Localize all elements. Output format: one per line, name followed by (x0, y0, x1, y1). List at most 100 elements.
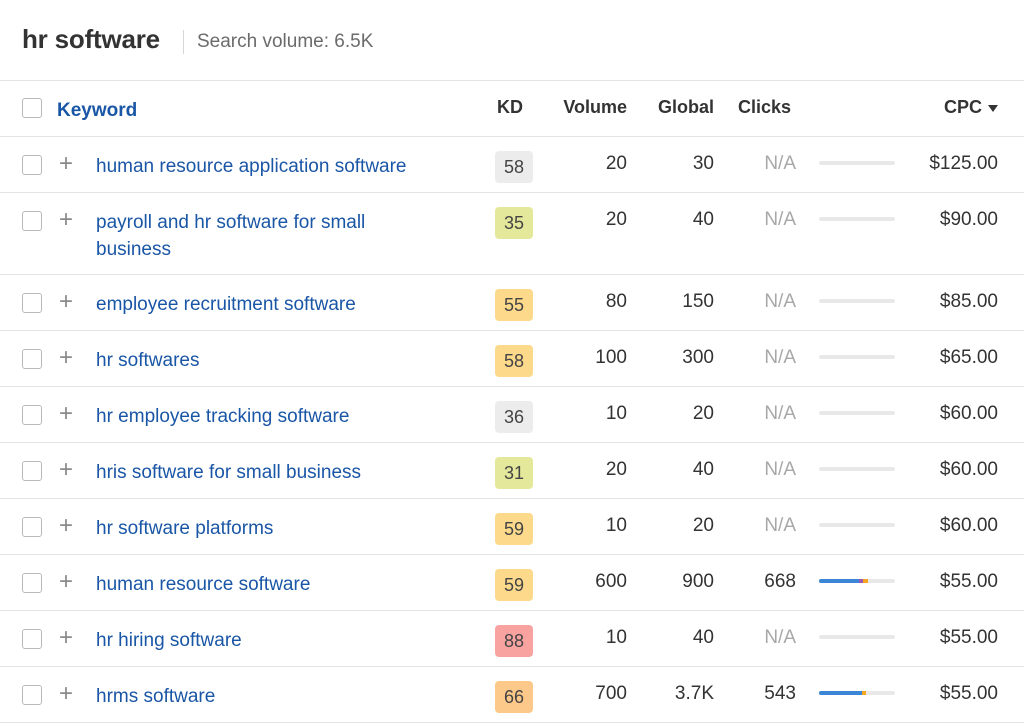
column-kd[interactable]: KD (472, 97, 548, 118)
row-checkbox[interactable] (22, 155, 42, 175)
clicks-bar-segment (819, 691, 862, 695)
cpc-value: $55.00 (939, 571, 998, 592)
add-keyword-icon[interactable]: + (59, 152, 73, 176)
add-keyword-icon[interactable]: + (59, 346, 73, 370)
global-value: 30 (692, 153, 714, 174)
keyword-link[interactable]: hrms software (96, 683, 436, 710)
clicks-bar (819, 691, 895, 695)
kd-badge: 58 (495, 151, 533, 183)
kd-badge: 35 (495, 207, 533, 239)
column-keyword[interactable]: Keyword (57, 97, 397, 124)
keyword-link[interactable]: hris software for small business (96, 459, 436, 486)
clicks-bar-segment (863, 579, 868, 583)
table-header: Keyword KD Volume Global Clicks CPC (0, 81, 1024, 137)
table-row: + human resource software 59 600 900 668… (0, 555, 1024, 611)
sort-desc-icon (988, 104, 998, 112)
cpc-value: $65.00 (939, 347, 998, 368)
table-body: + human resource application software 58… (0, 137, 1024, 723)
cpc-value: $85.00 (939, 291, 998, 312)
table-row: + hrms software 66 700 3.7K 543 $55.00 (0, 667, 1024, 723)
column-volume[interactable]: Volume (563, 97, 627, 118)
clicks-value: 668 (764, 571, 796, 592)
keyword-link[interactable]: payroll and hr software for small busine… (96, 209, 436, 263)
clicks-bar-segment (861, 691, 867, 695)
add-keyword-icon[interactable]: + (59, 458, 73, 482)
row-checkbox[interactable] (22, 573, 42, 593)
global-value: 900 (682, 571, 714, 592)
keyword-link[interactable]: human resource application software (96, 153, 436, 180)
clicks-bar (819, 299, 895, 303)
add-keyword-icon[interactable]: + (59, 402, 73, 426)
clicks-value: 543 (764, 683, 796, 704)
table-row: + hr hiring software 88 10 40 N/A $55.00 (0, 611, 1024, 667)
add-keyword-icon[interactable]: + (59, 626, 73, 650)
table-row: + payroll and hr software for small busi… (0, 193, 1024, 275)
row-checkbox[interactable] (22, 685, 42, 705)
add-keyword-icon[interactable]: + (59, 682, 73, 706)
row-checkbox[interactable] (22, 293, 42, 313)
kd-badge: 31 (495, 457, 533, 489)
global-value: 40 (692, 459, 714, 480)
add-keyword-icon[interactable]: + (59, 208, 73, 232)
global-value: 20 (692, 403, 714, 424)
global-value: 150 (682, 291, 714, 312)
global-value: 40 (692, 209, 714, 230)
row-checkbox[interactable] (22, 629, 42, 649)
kd-badge: 36 (495, 401, 533, 433)
volume-value: 20 (605, 459, 627, 480)
cpc-value: $60.00 (939, 403, 998, 424)
kd-badge: 59 (495, 513, 533, 545)
row-checkbox[interactable] (22, 349, 42, 369)
search-volume: Search volume: 6.5K (197, 31, 374, 52)
global-value: 300 (682, 347, 714, 368)
global-value: 20 (692, 515, 714, 536)
row-checkbox[interactable] (22, 517, 42, 537)
volume-value: 10 (605, 627, 627, 648)
add-keyword-icon[interactable]: + (59, 514, 73, 538)
keyword-link[interactable]: employee recruitment software (96, 291, 436, 318)
clicks-bar (819, 217, 895, 221)
page-title: hr software (22, 24, 160, 54)
keyword-link[interactable]: hr softwares (96, 347, 436, 374)
clicks-value: N/A (764, 627, 796, 648)
table-row: + employee recruitment software 55 80 15… (0, 275, 1024, 331)
keyword-link[interactable]: human resource software (96, 571, 436, 598)
volume-value: 100 (595, 347, 627, 368)
clicks-bar-segment (819, 579, 859, 583)
volume-value: 20 (605, 153, 627, 174)
keyword-link[interactable]: hr software platforms (96, 515, 436, 542)
clicks-value: N/A (764, 403, 796, 424)
clicks-bar (819, 467, 895, 471)
clicks-bar (819, 411, 895, 415)
clicks-bar (819, 635, 895, 639)
header-divider (183, 30, 184, 54)
row-checkbox[interactable] (22, 405, 42, 425)
clicks-value: N/A (764, 209, 796, 230)
volume-value: 10 (605, 515, 627, 536)
table-row: + hr employee tracking software 36 10 20… (0, 387, 1024, 443)
column-cpc-label: CPC (943, 97, 982, 117)
row-checkbox[interactable] (22, 461, 42, 481)
volume-value: 10 (605, 403, 627, 424)
keyword-link[interactable]: hr employee tracking software (96, 403, 436, 430)
kd-badge: 66 (495, 681, 533, 713)
table-row: + human resource application software 58… (0, 137, 1024, 193)
clicks-value: N/A (764, 291, 796, 312)
table-row: + hr software platforms 59 10 20 N/A $60… (0, 499, 1024, 555)
add-keyword-icon[interactable]: + (59, 290, 73, 314)
clicks-bar (819, 523, 895, 527)
keyword-link[interactable]: hr hiring software (96, 627, 436, 654)
add-keyword-icon[interactable]: + (59, 570, 73, 594)
kd-badge: 58 (495, 345, 533, 377)
column-global[interactable]: Global (658, 97, 714, 118)
kd-badge: 55 (495, 289, 533, 321)
kd-badge: 59 (495, 569, 533, 601)
cpc-value: $90.00 (939, 209, 998, 230)
global-value: 3.7K (674, 683, 714, 704)
select-all-checkbox[interactable] (22, 98, 42, 118)
row-checkbox[interactable] (22, 211, 42, 231)
column-clicks[interactable]: Clicks (738, 97, 791, 118)
clicks-bar (819, 161, 895, 165)
column-cpc[interactable]: CPC (944, 97, 998, 118)
page-header: hr software Search volume: 6.5K (0, 0, 1024, 81)
